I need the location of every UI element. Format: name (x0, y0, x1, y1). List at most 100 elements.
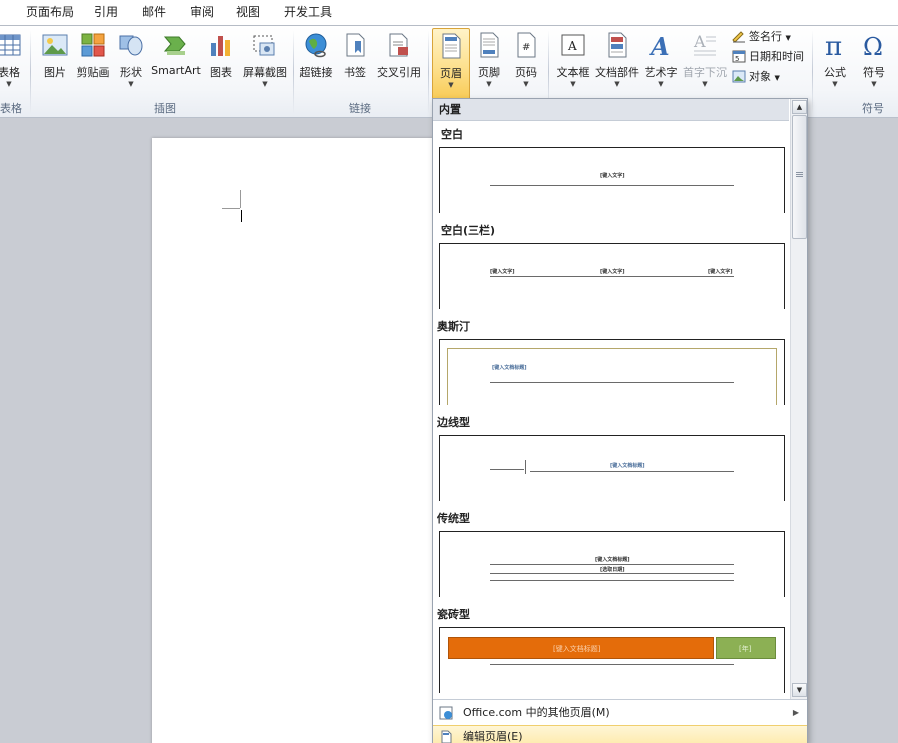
quick-parts-button[interactable]: 文档部件 ▼ (594, 28, 640, 98)
placeholder-text: [键入文字] (490, 269, 515, 275)
page-number-label: 页码 (515, 66, 537, 79)
bookmark-label: 书签 (344, 66, 366, 79)
margin-crop-mark (222, 208, 240, 209)
table-button[interactable]: 表格 ▼ (0, 28, 24, 98)
table-icon (0, 34, 21, 56)
chevron-down-icon: ▼ (774, 74, 780, 82)
austin-border (447, 348, 777, 405)
shapes-icon (119, 35, 143, 56)
header-rule (490, 469, 524, 470)
picture-button[interactable]: 图片 (38, 28, 72, 98)
gallery-item-title: 奥斯汀 (437, 320, 470, 333)
screenshot-button[interactable]: 屏幕截图 ▼ (240, 28, 290, 98)
svg-text:A: A (567, 39, 577, 53)
footer-button[interactable]: 页脚 ▼ (472, 28, 506, 98)
chevron-down-icon: ▼ (658, 80, 664, 88)
gallery-item-title: 边线型 (437, 416, 470, 429)
shapes-label: 形状 (120, 66, 142, 79)
symbol-label: 符号 (863, 66, 885, 79)
more-headers-office-com[interactable]: Office.com 中的其他页眉(M) ▶ (433, 702, 807, 724)
header-gallery: 内置 空白 [键入文字] 空白(三栏) [键入文字] [键入文字] [键入文字]… (432, 98, 808, 743)
chevron-down-icon: ▼ (871, 80, 877, 88)
gallery-item-title: 空白 (441, 128, 463, 141)
placeholder-text: [键入文字] (600, 173, 625, 179)
screenshot-label: 屏幕截图 (243, 66, 287, 79)
drop-cap-button[interactable]: A 首字下沉 ▼ (682, 28, 728, 98)
picture-label: 图片 (44, 66, 66, 79)
footer-label: 页脚 (478, 66, 500, 79)
chevron-down-icon: ▼ (128, 80, 134, 88)
wordart-button[interactable]: A 艺术字 ▼ (642, 28, 680, 98)
date-time-button[interactable]: 5 日期和时间 (732, 48, 804, 66)
tab-developer[interactable]: 开发工具 (280, 3, 336, 23)
group-separator (293, 30, 294, 114)
hyperlink-button[interactable]: 超链接 (296, 28, 336, 98)
clipart-label: 剪贴画 (76, 66, 110, 79)
chevron-down-icon: ▼ (6, 80, 12, 88)
gallery-item-tiles[interactable]: [键入文档标题] [年] (439, 627, 785, 693)
symbol-button[interactable]: Ω 符号 ▼ (856, 28, 892, 98)
gallery-item-sideline[interactable]: [键入文档标题] (439, 435, 785, 501)
header-icon (442, 33, 461, 59)
crossref-icon (389, 33, 408, 57)
svg-text:A: A (693, 32, 706, 51)
header-rule (530, 471, 734, 472)
edit-header[interactable]: 编辑页眉(E) (433, 725, 807, 743)
group-label-illustrations: 插图 (154, 102, 176, 115)
margin-crop-mark (240, 190, 241, 208)
wordart-icon: A (649, 32, 670, 59)
chart-button[interactable]: 图表 (204, 28, 238, 98)
clipart-button[interactable]: 剪贴画 (74, 28, 112, 98)
grip-icon (796, 172, 803, 173)
header-button[interactable]: 页眉 ▼ (432, 28, 470, 100)
header-rule (490, 573, 734, 574)
object-button[interactable]: 对象 ▼ (732, 68, 780, 86)
gallery-item-title: 传统型 (437, 512, 470, 525)
gallery-item-blank-three-column[interactable]: [键入文字] [键入文字] [键入文字] (439, 243, 785, 309)
tab-mailings[interactable]: 邮件 (138, 3, 170, 23)
edit-header-icon (441, 730, 452, 743)
document-page[interactable] (152, 138, 442, 743)
scroll-thumb[interactable] (792, 115, 807, 239)
scroll-up-button[interactable]: ▲ (792, 100, 807, 114)
crossref-button[interactable]: 交叉引用 (374, 28, 424, 98)
chevron-right-icon: ▶ (792, 708, 799, 717)
chevron-down-icon: ▼ (523, 80, 529, 88)
edit-header-label: 编辑页眉(E) (463, 730, 523, 743)
equation-button[interactable]: π 公式 ▼ (816, 28, 854, 98)
smartart-button[interactable]: SmartArt (150, 28, 202, 98)
textbox-button[interactable]: A 文本框 ▼ (554, 28, 592, 98)
shapes-button[interactable]: 形状 ▼ (114, 28, 148, 98)
gallery-item-blank[interactable]: [键入文字] (439, 147, 785, 213)
page-number-button[interactable]: # 页码 ▼ (508, 28, 544, 98)
chevron-down-icon: ▼ (262, 80, 268, 88)
gallery-item-austin[interactable]: [键入文档标题] (439, 339, 785, 405)
gallery-item-traditional[interactable]: [键入文档标题] [选取日期] (439, 531, 785, 597)
clipart-icon (81, 33, 105, 57)
svg-text:#: # (522, 42, 530, 53)
chevron-down-icon: ▼ (448, 81, 454, 89)
smartart-icon (163, 36, 186, 55)
office-com-icon (439, 706, 453, 720)
group-label-links: 链接 (349, 102, 371, 115)
gallery-item-title: 空白(三栏) (441, 224, 496, 237)
signature-line-button[interactable]: 签名行 ▼ (732, 28, 791, 46)
chevron-down-icon: ▼ (614, 80, 620, 88)
chevron-down-icon: ▼ (832, 80, 838, 88)
tab-references[interactable]: 引用 (90, 3, 122, 23)
drop-cap-icon: A (693, 32, 716, 56)
menu-divider (433, 699, 807, 700)
chevron-down-icon: ▼ (785, 34, 791, 42)
tab-view[interactable]: 视图 (232, 3, 264, 23)
globe-link-icon (305, 33, 327, 58)
quick-parts-icon (608, 32, 627, 58)
chevron-down-icon: ▼ (702, 80, 708, 88)
tab-page-layout[interactable]: 页面布局 (22, 3, 78, 23)
tab-review[interactable]: 审阅 (186, 3, 218, 23)
gallery-scrollbar[interactable]: ▲ ▼ (790, 99, 807, 699)
screenshot-icon (253, 35, 275, 56)
scroll-down-button[interactable]: ▼ (792, 683, 807, 697)
equation-label: 公式 (824, 66, 846, 79)
bookmark-button[interactable]: 书签 (338, 28, 372, 98)
date-time-label: 日期和时间 (749, 50, 804, 63)
